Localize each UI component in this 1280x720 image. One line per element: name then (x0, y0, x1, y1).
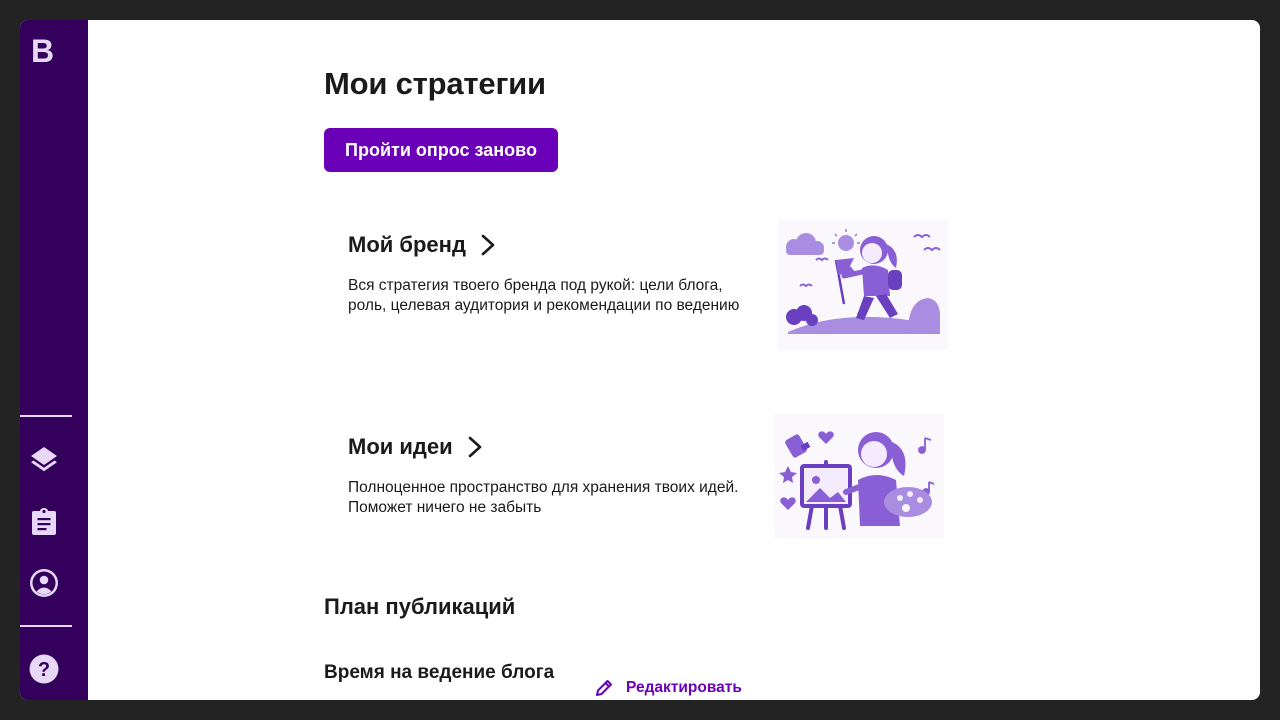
sidebar-item-layers[interactable] (29, 444, 59, 474)
clipboard-list-icon (32, 508, 56, 535)
app-window: B ? Мои стратегии Пройти опрос заново Мо… (20, 20, 1260, 700)
chevron-right-icon (481, 234, 495, 256)
girl-hiking-illustration (778, 220, 948, 350)
blog-time-title: Время на ведение блога (324, 662, 555, 683)
card-description: Полноценное пространство для хранения тв… (348, 479, 739, 516)
card-my-brand[interactable]: Мой бренд Вся стратегия твоего бренда по… (348, 220, 988, 350)
account-circle-icon (30, 569, 58, 597)
sidebar: B ? (20, 20, 88, 700)
card-description: Вся стратегия твоего бренда под рукой: ц… (348, 277, 740, 314)
sidebar-item-help[interactable]: ? (29, 654, 59, 684)
sidebar-item-profile[interactable] (29, 568, 59, 598)
page-title: Мои стратегии (324, 66, 546, 101)
main-content: Мои стратегии Пройти опрос заново Мой бр… (88, 20, 1260, 700)
chevron-right-icon (468, 436, 481, 458)
svg-text:B: B (31, 34, 54, 66)
edit-blog-time-link[interactable]: Редактировать (594, 678, 742, 698)
girl-painting-illustration (774, 414, 944, 538)
svg-text:?: ? (38, 659, 50, 681)
sidebar-divider (20, 415, 72, 417)
sidebar-item-clipboard[interactable] (29, 506, 59, 536)
card-my-ideas[interactable]: Мои идеи Полноценное пространство для хр… (348, 414, 988, 538)
help-circle-icon: ? (29, 654, 59, 684)
sidebar-divider (20, 625, 72, 627)
logo[interactable]: B (31, 34, 57, 66)
layers-icon (31, 447, 57, 472)
publication-plan-title: План публикаций (324, 594, 516, 619)
retake-survey-button[interactable]: Пройти опрос заново (324, 128, 558, 172)
pencil-icon (596, 680, 612, 696)
edit-label: Редактировать (626, 679, 742, 696)
